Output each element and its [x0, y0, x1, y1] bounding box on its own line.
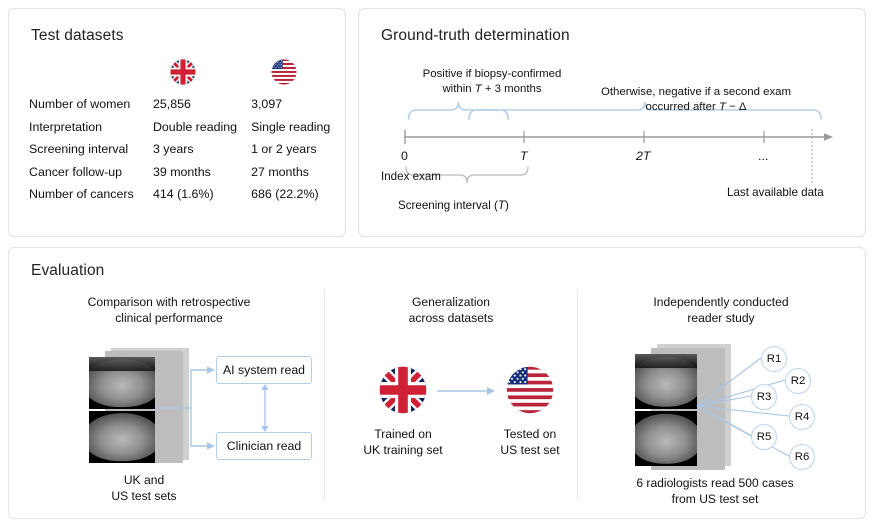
row-label: Cancer follow-up	[29, 165, 153, 188]
eval-col1-caption-line2: US test sets	[111, 489, 176, 503]
row-value-uk: Double reading	[153, 120, 251, 143]
eval-col3-title-line2: reader study	[687, 311, 754, 325]
image-haze	[89, 357, 155, 371]
test-datasets-panel: Test datasets	[8, 8, 346, 237]
eval-column-1-caption: UK and US test sets	[14, 473, 274, 504]
eval-column-3-title: Independently conducted reader study	[591, 295, 851, 326]
row-value-us: 3,097	[251, 97, 345, 120]
positive-rule-line1: Positive if biopsy-confirmed	[423, 68, 562, 80]
mammo-image-bottom	[89, 411, 155, 463]
tick-label-0: 0	[401, 149, 408, 163]
screening-interval-label: Screening interval (T)	[398, 199, 509, 212]
image-haze	[635, 354, 697, 368]
us-flag-icon-large	[506, 366, 554, 414]
table-row: Interpretation Double reading Single rea…	[29, 120, 345, 143]
table-row: Number of cancers 414 (1.6%) 686 (22.2%)	[29, 187, 345, 210]
panel-title-evaluation: Evaluation	[31, 262, 104, 280]
eval-col2-right-caption-line2: US test set	[500, 443, 559, 457]
mammo-image-top	[89, 357, 155, 409]
row-value-us: Single reading	[251, 120, 345, 143]
ai-clinician-double-arrow	[256, 384, 274, 432]
eval-col2-right-caption-line1: Tested on	[504, 427, 556, 441]
row-label: Screening interval	[29, 142, 153, 165]
index-exam-label: Index exam	[381, 170, 441, 183]
eval-col2-title-line1: Generalization	[412, 295, 490, 309]
row-label: Interpretation	[29, 120, 153, 143]
row-value-us: 1 or 2 years	[251, 142, 345, 165]
breast-shape	[89, 413, 155, 461]
negative-rule-note: Otherwise, negative if a second exam occ…	[567, 85, 825, 114]
reader-label-r5: R5	[757, 431, 772, 443]
last-available-data-label: Last available data	[727, 186, 824, 199]
breast-shape	[635, 413, 697, 464]
table-row: Number of women 25,856 3,097	[29, 97, 345, 120]
row-value-us: 686 (22.2%)	[251, 187, 345, 210]
ai-system-read-label: AI system read	[223, 363, 305, 377]
positive-rule-line2: within T + 3 months	[442, 83, 541, 95]
negative-rule-line1: Otherwise, negative if a second exam	[601, 86, 791, 98]
eval-col1-title-line1: Comparison with retrospective	[88, 295, 251, 309]
reader-circle-r4: R4	[789, 404, 815, 430]
row-value-uk: 414 (1.6%)	[153, 187, 251, 210]
reader-circle-r5: R5	[751, 424, 777, 450]
eval-column-1-title: Comparison with retrospective clinical p…	[39, 295, 299, 326]
ai-system-read-box[interactable]: AI system read	[216, 356, 312, 384]
eval-col3-title-line1: Independently conducted	[653, 295, 788, 309]
reader-label-r1: R1	[767, 353, 782, 365]
reader-label-r3: R3	[757, 391, 772, 403]
eval-column-3-caption: 6 radiologists read 500 cases from US te…	[585, 476, 845, 507]
uk-flag-icon-large	[379, 366, 427, 414]
reader-circle-r3: R3	[751, 384, 777, 410]
us-flag-icon	[271, 59, 297, 85]
eval-col3-caption-line2: from US test set	[672, 492, 759, 506]
eval-col1-title-line2: clinical performance	[115, 311, 223, 325]
ground-truth-panel: Ground-truth determination Positive if b…	[358, 8, 866, 237]
table-row: Screening interval 3 years 1 or 2 years	[29, 142, 345, 165]
mammo-image-bottom	[635, 411, 697, 466]
tick-label-t: T	[520, 149, 528, 163]
row-label: Number of women	[29, 97, 153, 120]
mammo-image-top	[635, 354, 697, 409]
reader-label-r2: R2	[791, 375, 806, 387]
row-value-us: 27 months	[251, 165, 345, 188]
reader-circle-r1: R1	[761, 346, 787, 372]
reader-circle-r2: R2	[785, 368, 811, 394]
dataset-flag-header	[29, 59, 329, 91]
row-value-uk: 25,856	[153, 97, 251, 120]
positive-rule-note: Positive if biopsy-confirmed within T + …	[387, 67, 597, 96]
row-value-uk: 3 years	[153, 142, 251, 165]
reader-label-r4: R4	[795, 411, 810, 423]
row-value-uk: 39 months	[153, 165, 251, 188]
eval-column-2-caption-right: Tested on US test set	[400, 427, 660, 458]
tick-label-2t: 2T	[636, 149, 650, 163]
tick-label-ellipsis: ...	[758, 149, 768, 163]
row-label: Number of cancers	[29, 187, 153, 210]
eval-column-2-title: Generalization across datasets	[321, 295, 581, 326]
eval-col3-caption-line1: 6 radiologists read 500 cases	[636, 476, 793, 490]
evaluation-panel: Evaluation Comparison with retrospective…	[8, 247, 866, 519]
negative-rule-line2: occurred after T − Δ	[645, 101, 746, 113]
table-row: Cancer follow-up 39 months 27 months	[29, 165, 345, 188]
eval-col2-title-line2: across datasets	[409, 311, 494, 325]
panel-title-test-datasets: Test datasets	[31, 27, 124, 45]
reader-circle-r6: R6	[789, 444, 815, 470]
generalization-arrow	[437, 384, 499, 398]
uk-flag-icon	[170, 59, 196, 85]
test-datasets-table: Number of women 25,856 3,097 Interpretat…	[29, 97, 345, 210]
eval-col1-caption-line1: UK and	[124, 473, 164, 487]
reader-label-r6: R6	[795, 451, 810, 463]
